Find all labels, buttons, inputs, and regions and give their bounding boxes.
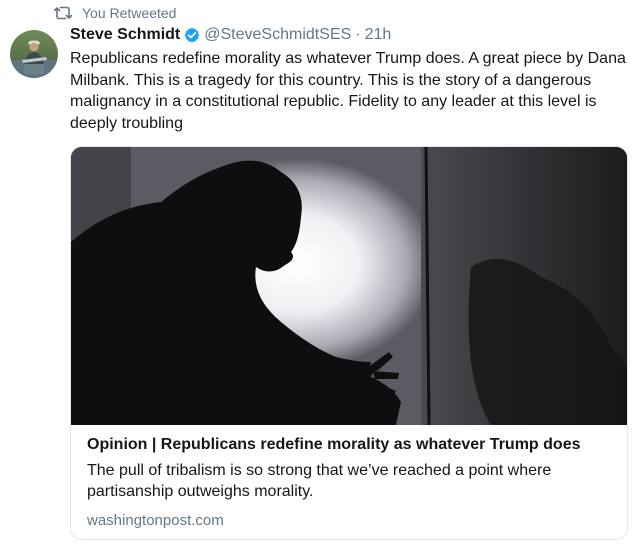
tweet-content: Steve Schmidt @SteveSchmidtSES · 21h Rep… bbox=[70, 24, 630, 134]
link-card[interactable]: Opinion | Republicans redefine morality … bbox=[70, 146, 628, 540]
avatar[interactable] bbox=[10, 30, 58, 78]
retweet-label: You Retweeted bbox=[82, 5, 177, 21]
avatar-image bbox=[10, 30, 58, 78]
tweet-timestamp[interactable]: 21h bbox=[365, 26, 392, 44]
card-domain: washingtonpost.com bbox=[87, 512, 224, 529]
card-body: Opinion | Republicans redefine morality … bbox=[87, 435, 617, 529]
retweet-icon bbox=[54, 6, 72, 20]
tweet-text: Republicans redefine morality as whateve… bbox=[70, 50, 626, 132]
separator-dot: · bbox=[355, 26, 361, 43]
author-handle[interactable]: @SteveSchmidtSES bbox=[204, 26, 351, 44]
verified-badge-icon bbox=[184, 27, 200, 43]
retweet-context: You Retweeted bbox=[54, 4, 176, 22]
card-description: The pull of tribalism is so strong that … bbox=[87, 462, 552, 500]
author-name[interactable]: Steve Schmidt bbox=[70, 26, 180, 44]
tweet[interactable]: You Retweeted Steve Schmidt @SteveSchmid… bbox=[0, 0, 640, 552]
card-title[interactable]: Opinion | Republicans redefine morality … bbox=[87, 435, 617, 455]
tweet-header: Steve Schmidt @SteveSchmidtSES · 21h bbox=[70, 24, 630, 46]
card-image bbox=[71, 147, 627, 425]
